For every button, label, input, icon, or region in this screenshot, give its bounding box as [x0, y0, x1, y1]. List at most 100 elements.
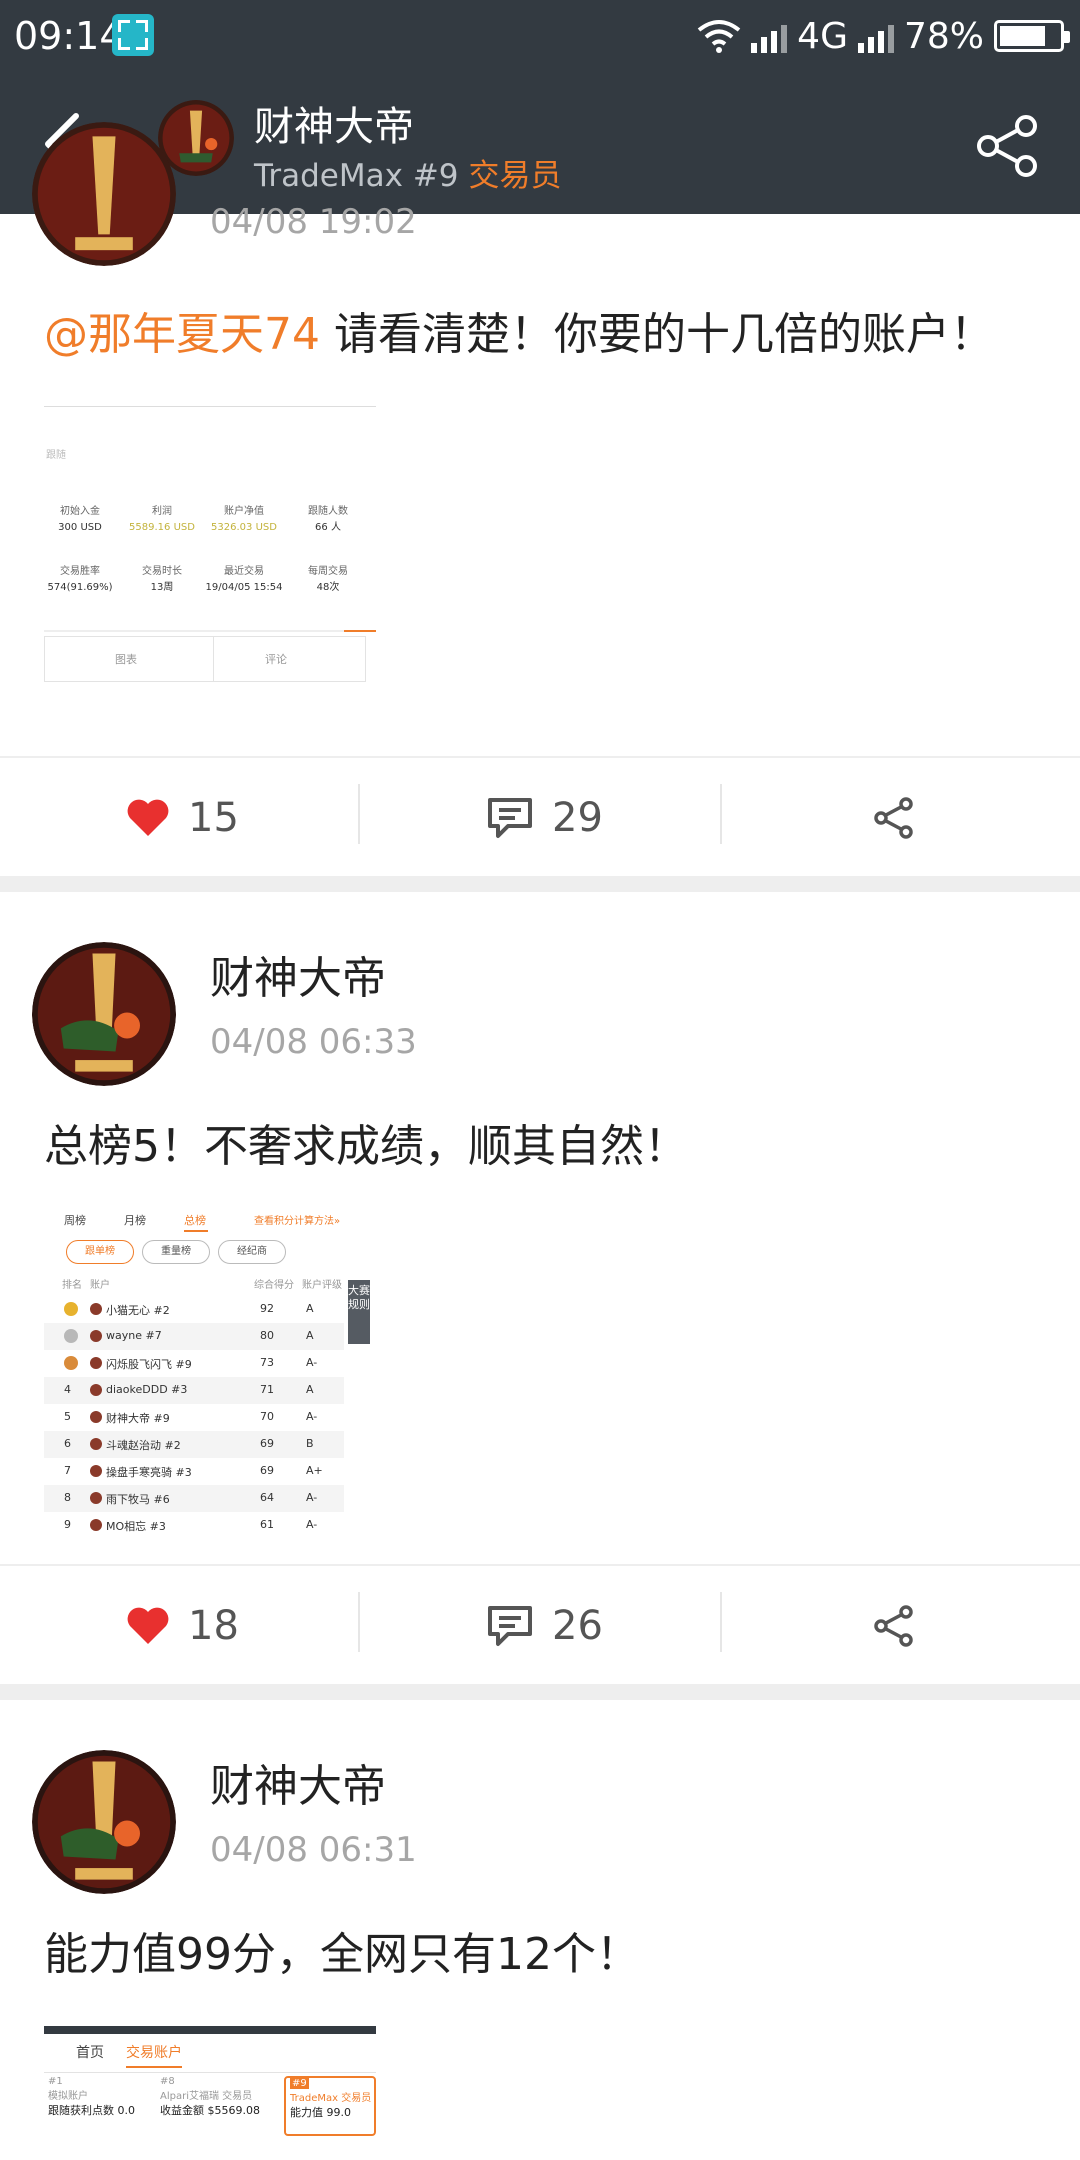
rank-grade: A: [306, 1329, 314, 1342]
post-time: 04/08 06:31: [210, 1830, 417, 1870]
post-avatar[interactable]: [32, 942, 176, 1086]
comment-icon: [488, 1606, 532, 1646]
rank-grade: B: [306, 1437, 314, 1450]
header-subtitle: TradeMax #9 交易员: [254, 158, 562, 194]
post-image[interactable]: 周榜 月榜 总榜 查看积分计算方法» 跟单榜 重量榜 经纪商 排名 账户 综合得…: [44, 1208, 376, 1538]
rank-account-name: diaokeDDD #3: [106, 1383, 188, 1396]
post-avatar[interactable]: [32, 1750, 176, 1894]
rules-side-tab: 大赛规则: [348, 1280, 370, 1344]
rank-avatar: [90, 1465, 102, 1477]
image-tab-comment: 评论: [265, 653, 287, 666]
rank-grade: A-: [306, 1356, 318, 1369]
rank-account-name: 操盘手寒亮骑 #3: [106, 1466, 192, 1479]
post-text: 总榜5！不奢求成绩，顺其自然！: [44, 1121, 688, 1172]
comment-icon: [488, 798, 532, 838]
rank-number: 6: [64, 1437, 71, 1450]
rank-avatar: [90, 1438, 102, 1450]
rank-grade: A-: [306, 1518, 318, 1531]
screen-capture-icon: [112, 14, 154, 56]
separator: [0, 876, 1080, 892]
image-tab-chart: 图表: [115, 653, 137, 666]
post-text: 能力值99分，全网只有12个！: [44, 1929, 640, 1980]
rank-account-name: 斗魂赵治动 #2: [106, 1439, 181, 1452]
separator: [0, 1684, 1080, 1700]
rank-number: 5: [64, 1410, 71, 1423]
rank-row: 8 雨下牧马 #6 64 A-: [44, 1485, 344, 1512]
stat-cell: 交易时长 13周: [142, 566, 182, 593]
rank-number: 8: [64, 1491, 71, 1504]
image-side-label: 跟随: [46, 450, 66, 461]
account-card: #1 模拟账户 跟随获利点数 0.0: [48, 2076, 135, 2117]
battery-percent: 78%: [903, 15, 984, 57]
filter-pill: 跟单榜: [66, 1240, 134, 1264]
rank-row: 9 MO相忘 #3 61 A-: [44, 1512, 344, 1538]
rank-account-name: 小猫无心 #2: [106, 1304, 170, 1317]
comment-button[interactable]: 29: [486, 758, 603, 878]
rank-score: 61: [260, 1518, 274, 1531]
stat-cell: 最近交易 19/04/05 15:54: [205, 566, 283, 593]
post-time: 04/08 19:02: [210, 202, 417, 242]
stat-cell: 每周交易 48次: [308, 566, 348, 593]
account-card-active: #9 TradeMax 交易员 能力值 99.0: [284, 2076, 376, 2136]
rank-row: 闪烁股飞闪飞 #9 73 A-: [44, 1350, 344, 1377]
post-image[interactable]: 首页 交易账户 #1 模拟账户 跟随获利点数 0.0 #8 Alpari艾福瑞 …: [44, 2026, 376, 2160]
comment-count: 29: [552, 795, 603, 841]
post-image[interactable]: 跟随 初始入金 300 USD 利润 5589.16 USD 账户净值 5326.03…: [44, 394, 376, 694]
rank-account-name: 财神大帝 #9: [106, 1412, 170, 1425]
post-author[interactable]: 财神大帝: [210, 1750, 386, 1814]
rank-number: 7: [64, 1464, 71, 1477]
rank-score: 64: [260, 1491, 274, 1504]
rank-account-name: wayne #7: [106, 1329, 162, 1342]
comment-button[interactable]: 26: [486, 1566, 603, 1686]
network-type: 4G: [797, 15, 848, 57]
post-share-button[interactable]: [872, 758, 916, 878]
rank-avatar: [90, 1492, 102, 1504]
post-text: @那年夏天74 请看清楚！你要的十几倍的账户！: [44, 309, 994, 360]
status-time: 09:14: [14, 14, 124, 58]
medal-icon: [64, 1356, 78, 1370]
stat-cell: 账户净值 5326.03 USD: [211, 506, 277, 533]
post-author[interactable]: 财神大帝: [210, 942, 386, 1006]
post-actions: 18 26: [0, 1564, 1080, 1684]
rank-score: 70: [260, 1410, 274, 1423]
rank-avatar: [90, 1303, 102, 1315]
rank-score: 69: [260, 1464, 274, 1477]
rank-row: 6 斗魂赵治动 #2 69 B: [44, 1431, 344, 1458]
post-share-button[interactable]: [872, 1566, 916, 1686]
rank-score: 71: [260, 1383, 274, 1396]
image-tab-account: 交易账户: [126, 2045, 182, 2061]
status-bar: 09:14 4G 78%: [0, 0, 1080, 72]
signal-icon-2: [857, 19, 894, 53]
rank-avatar: [90, 1384, 102, 1396]
like-button[interactable]: 18: [126, 1566, 239, 1686]
rank-row: 4 diaokeDDD #3 71 A: [44, 1377, 344, 1404]
rank-tabs: 周榜 月榜 总榜 查看积分计算方法»: [44, 1208, 376, 1234]
post-time: 04/08 06:33: [210, 1022, 417, 1062]
stat-cell: 初始入金 300 USD: [58, 506, 102, 533]
rank-score: 73: [260, 1356, 274, 1369]
rank-grade: A-: [306, 1491, 318, 1504]
post-card: 财神大帝 04/08 06:31 能力值99分，全网只有12个！ 首页 交易账户…: [0, 1700, 1080, 2160]
rank-score: 80: [260, 1329, 274, 1342]
rank-grade: A: [306, 1383, 314, 1396]
rank-row: 小猫无心 #2 92 A: [44, 1296, 344, 1323]
filter-pill: 经纪商: [218, 1240, 286, 1264]
rank-row: 5 财神大帝 #9 70 A-: [44, 1404, 344, 1431]
heart-icon: [127, 1607, 169, 1644]
rank-number: 9: [64, 1518, 71, 1531]
image-tab-bar: 图表 评论: [44, 636, 366, 682]
rank-grade: A+: [306, 1464, 323, 1477]
share-icon: [874, 797, 913, 839]
rank-number: 4: [64, 1383, 71, 1396]
image-tab-home: 首页: [76, 2045, 104, 2061]
account-card: #8 Alpari艾福瑞 交易员 收益金额 $5569.08: [160, 2076, 260, 2117]
mention-link[interactable]: @那年夏天74: [44, 309, 320, 360]
medal-icon: [64, 1329, 78, 1343]
share-icon: [874, 1605, 913, 1647]
like-button[interactable]: 15: [126, 758, 239, 878]
filter-pill: 重量榜: [142, 1240, 210, 1264]
post-avatar[interactable]: [32, 122, 176, 266]
rank-avatar: [90, 1411, 102, 1423]
share-icon[interactable]: [976, 114, 1040, 178]
stat-cell: 交易胜率 574(91.69%): [47, 566, 113, 593]
